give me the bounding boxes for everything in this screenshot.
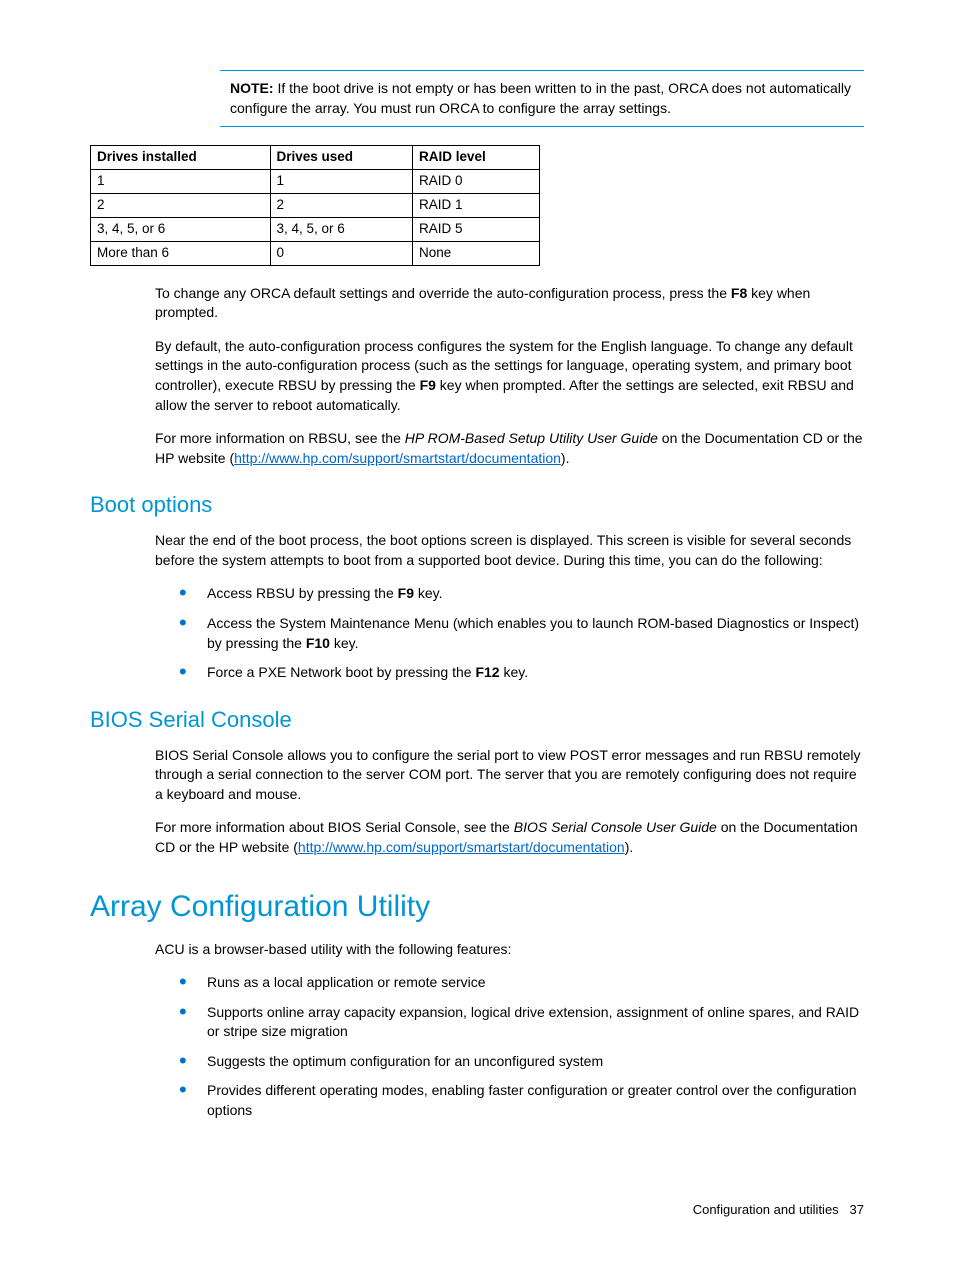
paragraph: BIOS Serial Console allows you to config… [155, 746, 864, 805]
paragraph: Near the end of the boot process, the bo… [155, 531, 864, 570]
table-header: RAID level [413, 146, 540, 170]
boot-options-section: Near the end of the boot process, the bo… [155, 531, 864, 683]
acu-section: ACU is a browser-based utility with the … [155, 940, 864, 1121]
acu-feature-list: Runs as a local application or remote se… [179, 973, 864, 1121]
key-f9: F9 [398, 585, 414, 601]
guide-title: BIOS Serial Console User Guide [514, 819, 717, 835]
bios-serial-heading: BIOS Serial Console [90, 705, 864, 736]
bios-serial-section: BIOS Serial Console allows you to config… [155, 746, 864, 858]
paragraph: To change any ORCA default settings and … [155, 284, 864, 323]
list-item: Force a PXE Network boot by pressing the… [179, 663, 864, 683]
key-f12: F12 [475, 664, 499, 680]
list-item: Runs as a local application or remote se… [179, 973, 864, 993]
boot-options-heading: Boot options [90, 490, 864, 521]
note-text: If the boot drive is not empty or has be… [230, 80, 851, 116]
page-footer: Configuration and utilities 37 [90, 1201, 864, 1219]
paragraph: For more information about BIOS Serial C… [155, 818, 864, 857]
table-header: Drives installed [91, 146, 271, 170]
key-f10: F10 [306, 635, 330, 651]
list-item: Supports online array capacity expansion… [179, 1003, 864, 1042]
note-box: NOTE: If the boot drive is not empty or … [220, 70, 864, 127]
table-header: Drives used [270, 146, 413, 170]
acu-heading: Array Configuration Utility [90, 886, 864, 928]
key-f8: F8 [731, 285, 747, 301]
list-item: Provides different operating modes, enab… [179, 1081, 864, 1120]
hp-support-link[interactable]: http://www.hp.com/support/smartstart/doc… [298, 839, 625, 855]
table-row: 3, 4, 5, or 6 3, 4, 5, or 6 RAID 5 [91, 217, 540, 241]
footer-section: Configuration and utilities [693, 1202, 839, 1217]
raid-table: Drives installed Drives used RAID level … [90, 145, 540, 265]
paragraph: ACU is a browser-based utility with the … [155, 940, 864, 960]
table-row: 1 1 RAID 0 [91, 170, 540, 194]
guide-title: HP ROM-Based Setup Utility User Guide [405, 430, 658, 446]
paragraph: By default, the auto-configuration proce… [155, 337, 864, 415]
list-item: Access the System Maintenance Menu (whic… [179, 614, 864, 653]
body-text: To change any ORCA default settings and … [155, 284, 864, 469]
page-number: 37 [850, 1202, 864, 1217]
boot-options-list: Access RBSU by pressing the F9 key. Acce… [179, 584, 864, 682]
list-item: Access RBSU by pressing the F9 key. [179, 584, 864, 604]
hp-support-link[interactable]: http://www.hp.com/support/smartstart/doc… [234, 450, 561, 466]
table-row: 2 2 RAID 1 [91, 193, 540, 217]
key-f9: F9 [420, 377, 436, 393]
list-item: Suggests the optimum configuration for a… [179, 1052, 864, 1072]
paragraph: For more information on RBSU, see the HP… [155, 429, 864, 468]
table-row: More than 6 0 None [91, 241, 540, 265]
note-label: NOTE: [230, 80, 274, 96]
